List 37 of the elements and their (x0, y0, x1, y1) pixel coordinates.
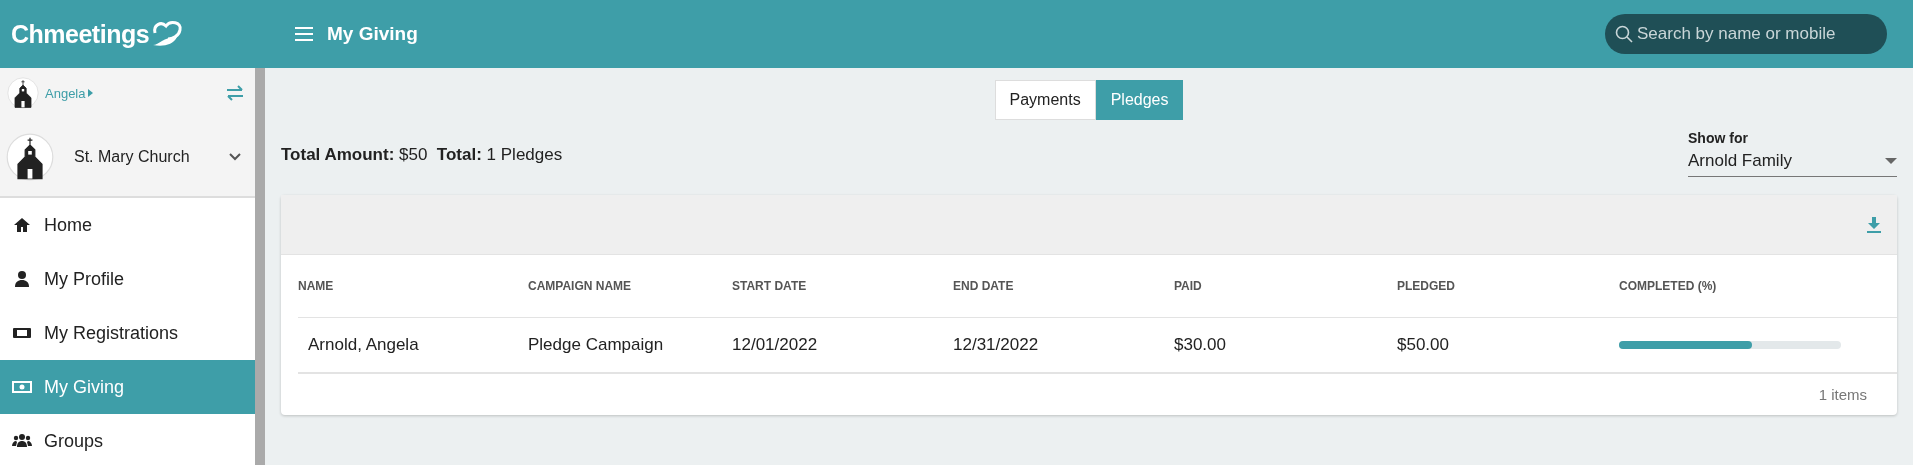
caret-icon (88, 89, 94, 97)
column-header[interactable]: END DATE (953, 255, 1174, 318)
column-header[interactable]: PAID (1174, 255, 1397, 318)
column-header[interactable]: START DATE (732, 255, 953, 318)
tab[interactable]: Payments (994, 80, 1096, 120)
show-for-dropdown[interactable]: Arnold Family (1688, 146, 1897, 177)
sidebar-item[interactable]: Groups (0, 414, 255, 465)
chevron-down-icon[interactable] (229, 153, 241, 161)
dropdown-arrow-icon (1885, 158, 1897, 164)
column-header[interactable]: NAME (298, 255, 528, 318)
scrollbar[interactable] (255, 68, 265, 465)
field-label: Show for (1688, 130, 1749, 146)
sidebar-item[interactable]: Home (0, 198, 255, 252)
table-cell: 12/31/2022 (953, 318, 1174, 374)
table-cell: Pledge Campaign (528, 318, 732, 374)
totals-text: Total Amount: $50 Total: 1 Pledges (281, 145, 563, 166)
page-title: My Giving (327, 23, 418, 45)
church-avatar-icon (7, 77, 39, 109)
user-icon (12, 269, 32, 289)
search-field[interactable]: Search by name or mobile (1605, 14, 1887, 54)
table-cell: $50.00 (1397, 318, 1619, 374)
table-cell: Arnold, Angela (298, 318, 528, 374)
menu-icon[interactable] (295, 27, 313, 41)
home-icon (12, 215, 32, 235)
item-count: 1 items (1818, 386, 1867, 403)
column-header[interactable]: PLEDGED (1397, 255, 1619, 318)
church-avatar-icon (6, 133, 54, 181)
logo-text: Chmeetings (11, 19, 150, 49)
column-header[interactable]: CAMPAIGN NAME (528, 255, 732, 318)
church-name[interactable]: St. Mary Church (74, 148, 190, 166)
sidebar-item[interactable]: My Profile (0, 252, 255, 306)
swap-icon[interactable] (226, 85, 244, 101)
table-cell: $30.00 (1174, 318, 1397, 374)
table-cell: 12/01/2022 (732, 318, 953, 374)
sidebar-item[interactable]: My Registrations (0, 306, 255, 360)
download-icon[interactable] (1867, 216, 1881, 233)
column-header[interactable]: COMPLETED (%) (1619, 255, 1897, 318)
